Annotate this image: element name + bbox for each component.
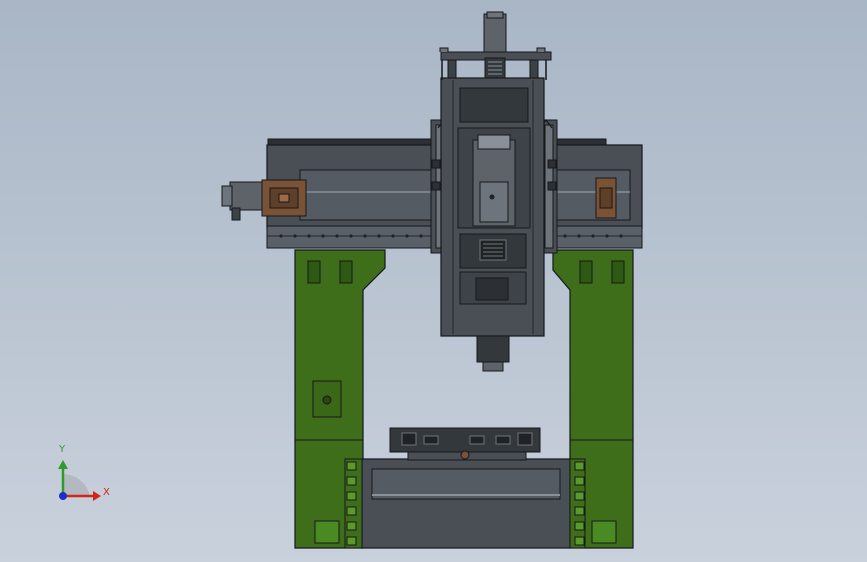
motor-body <box>229 181 265 211</box>
worktable-slot <box>495 435 511 445</box>
end-bearing-core <box>599 187 613 209</box>
right-foot-pad <box>591 520 617 544</box>
worktable[interactable] <box>389 427 541 461</box>
left-column-bolt <box>322 395 332 405</box>
x-axis-end-bearing[interactable] <box>595 177 617 219</box>
ram-headstock[interactable] <box>440 77 545 372</box>
triad-xy-plane <box>63 474 90 496</box>
triad-x-label: X <box>103 487 110 498</box>
x-axis-motor[interactable] <box>221 179 307 221</box>
left-column-slot <box>339 260 353 284</box>
ram-spindle-marker <box>489 194 495 200</box>
z-motor-cap <box>486 11 504 19</box>
cad-model-view[interactable] <box>0 0 867 562</box>
triad-x-arrowhead <box>93 491 101 501</box>
z-motor-right-post <box>529 59 539 79</box>
left-foot-pad <box>314 520 340 544</box>
z-motor-body <box>483 13 507 53</box>
ram-spindle-cap <box>477 134 511 150</box>
triad-y-label: Y <box>59 444 66 455</box>
bed-right-rail <box>569 458 586 549</box>
machine-bed[interactable] <box>344 458 586 549</box>
graphics-viewport[interactable]: X Y <box>0 0 867 562</box>
worktable-slot <box>423 435 439 445</box>
ram-spindle-nose <box>476 335 510 363</box>
worktable-slot <box>469 435 485 445</box>
z-motor-left-post <box>447 59 457 79</box>
worktable-slot <box>517 432 533 446</box>
bed-left-rail <box>344 458 363 549</box>
worktable-slot <box>401 432 417 446</box>
right-column-slot <box>611 260 625 284</box>
right-column-slot <box>579 260 593 284</box>
left-column-slot <box>307 260 321 284</box>
ram-spindle-body <box>479 181 509 223</box>
ram-motor-block <box>475 277 509 301</box>
triad-z-axis <box>59 492 67 500</box>
motor-rear-cap <box>221 185 233 207</box>
coordinate-triad <box>58 460 101 501</box>
z-axis-motor[interactable] <box>439 11 552 80</box>
ram-window-top <box>459 87 529 123</box>
motor-foot <box>231 207 241 221</box>
triad-y-arrowhead <box>58 460 68 469</box>
ram-ballscrew-nut <box>479 239 507 261</box>
worktable-nut <box>460 450 470 460</box>
motor-coupling-nut <box>278 193 290 203</box>
z-motor-coupling <box>484 57 506 79</box>
ram-spindle-tip <box>482 361 504 372</box>
